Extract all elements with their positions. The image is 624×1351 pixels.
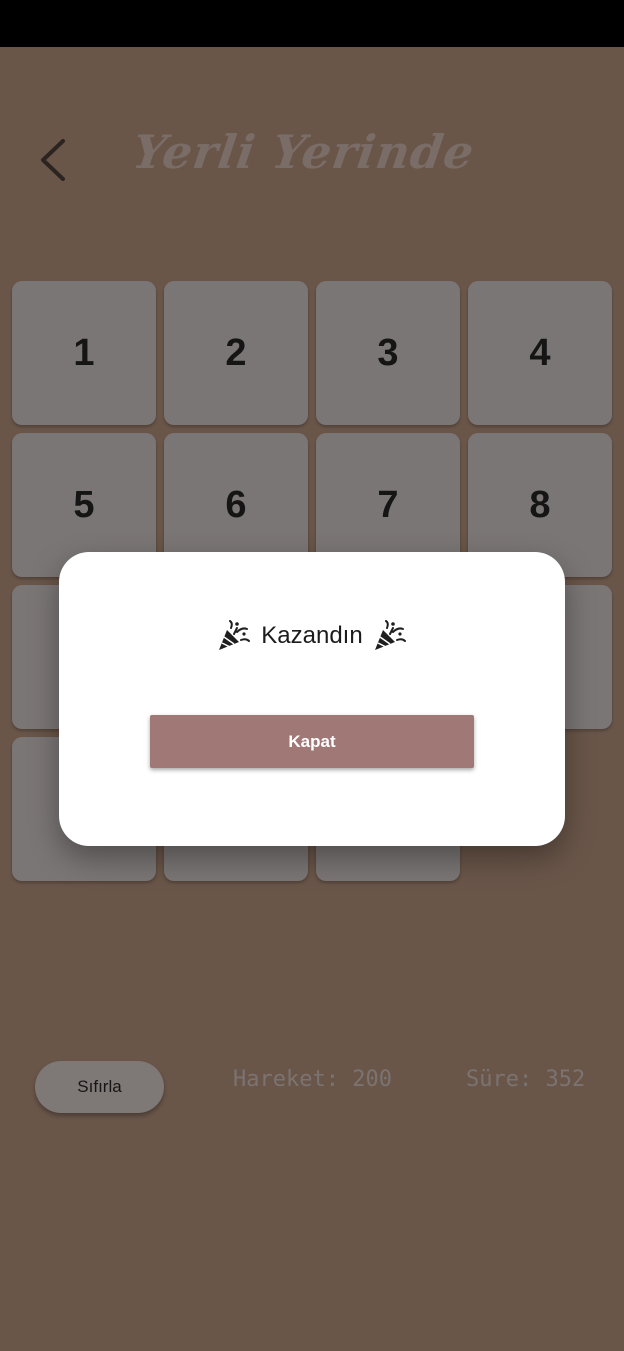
party-popper-icon	[219, 620, 251, 650]
win-dialog: Kazandın Kapat	[59, 552, 565, 846]
win-message: Kazandın	[59, 620, 565, 652]
game-screen: Yerli Yerinde 1 2 3 4 5 6 7 8 9 10 11 12…	[0, 47, 624, 1351]
close-button[interactable]: Kapat	[150, 715, 474, 768]
party-popper-icon	[374, 620, 406, 650]
win-text: Kazandın	[261, 622, 363, 649]
status-bar	[0, 0, 624, 47]
